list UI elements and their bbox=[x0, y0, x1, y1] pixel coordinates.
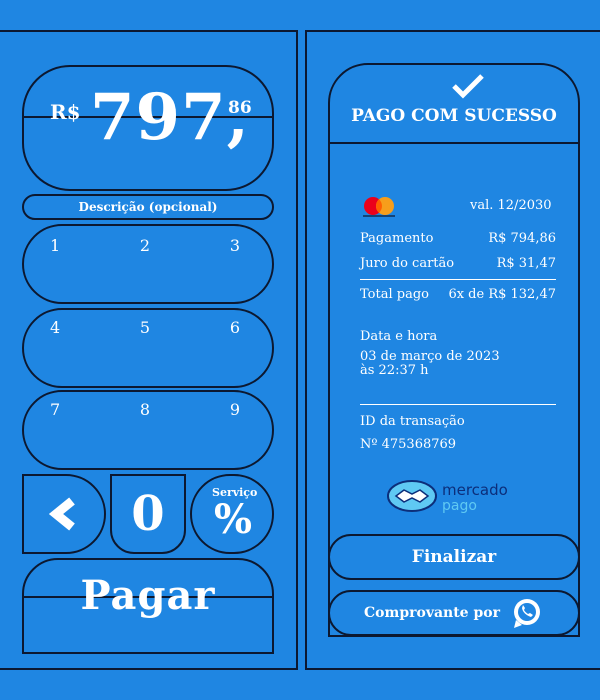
pay-label: Pagar bbox=[80, 572, 216, 619]
receipt-divider bbox=[360, 279, 556, 280]
svg-text:mercado: mercado bbox=[442, 481, 508, 499]
key-7[interactable]: 7 bbox=[50, 400, 60, 419]
mastercard-logo bbox=[360, 196, 398, 222]
fee-row: Juro do cartão R$ 31,47 bbox=[360, 256, 556, 271]
date-line-2: às 22:37 h bbox=[360, 363, 429, 378]
description-input[interactable]: Descrição (opcional) bbox=[22, 194, 274, 220]
total-row: Total pago 6x de R$ 132,47 bbox=[360, 287, 556, 302]
amount-currency: R$ bbox=[50, 100, 81, 124]
share-receipt-button[interactable]: Comprovante por bbox=[328, 590, 580, 636]
key-3[interactable]: 3 bbox=[230, 236, 240, 255]
share-receipt-label: Comprovante por bbox=[364, 605, 500, 621]
mercadopago-logo: mercado pago bbox=[386, 478, 526, 518]
keypad-row-3-keys: 7 8 9 bbox=[50, 400, 240, 419]
date-line-1: 03 de março de 2023 bbox=[360, 349, 500, 364]
date-value: 03 de março de 2023 às 22:37 h bbox=[360, 350, 540, 378]
key-5[interactable]: 5 bbox=[140, 318, 150, 337]
keypad-row-1-keys: 1 2 3 bbox=[50, 236, 240, 255]
key-4[interactable]: 4 bbox=[50, 318, 60, 337]
key-6[interactable]: 6 bbox=[230, 318, 240, 337]
date-label: Data e hora bbox=[360, 329, 438, 344]
amount-decimal: 86 bbox=[228, 98, 252, 118]
card-validity: val. 12/2030 bbox=[470, 198, 552, 213]
total-value: 6x de R$ 132,47 bbox=[448, 287, 556, 302]
keypad-row-2-keys: 4 5 6 bbox=[50, 318, 240, 337]
payment-label: Pagamento bbox=[360, 231, 434, 246]
svg-text:pago: pago bbox=[442, 498, 477, 514]
fee-label: Juro do cartão bbox=[360, 256, 455, 271]
payment-value: R$ 794,86 bbox=[488, 231, 556, 246]
percent-icon: % bbox=[214, 496, 253, 543]
amount-integer: 797, bbox=[90, 80, 250, 155]
total-label: Total pago bbox=[360, 287, 429, 302]
receipt-header-divider bbox=[328, 142, 580, 144]
backspace-button[interactable] bbox=[22, 474, 106, 554]
key-1[interactable]: 1 bbox=[50, 236, 60, 255]
success-title: PAGO COM SUCESSO bbox=[351, 106, 557, 126]
whatsapp-icon bbox=[513, 599, 540, 628]
receipt-divider bbox=[360, 404, 556, 405]
fee-value: R$ 31,47 bbox=[496, 256, 556, 271]
transaction-id-label: ID da transação bbox=[360, 414, 465, 429]
transaction-id-value: Nº 475368769 bbox=[360, 437, 457, 452]
finalize-button[interactable]: Finalizar bbox=[328, 534, 580, 580]
key-0[interactable]: 0 bbox=[110, 474, 186, 554]
payment-row: Pagamento R$ 794,86 bbox=[360, 231, 556, 246]
key-8[interactable]: 8 bbox=[140, 400, 150, 419]
key-9[interactable]: 9 bbox=[230, 400, 240, 419]
key-2[interactable]: 2 bbox=[140, 236, 150, 255]
check-icon bbox=[451, 73, 485, 103]
back-arrow-icon bbox=[48, 497, 75, 531]
